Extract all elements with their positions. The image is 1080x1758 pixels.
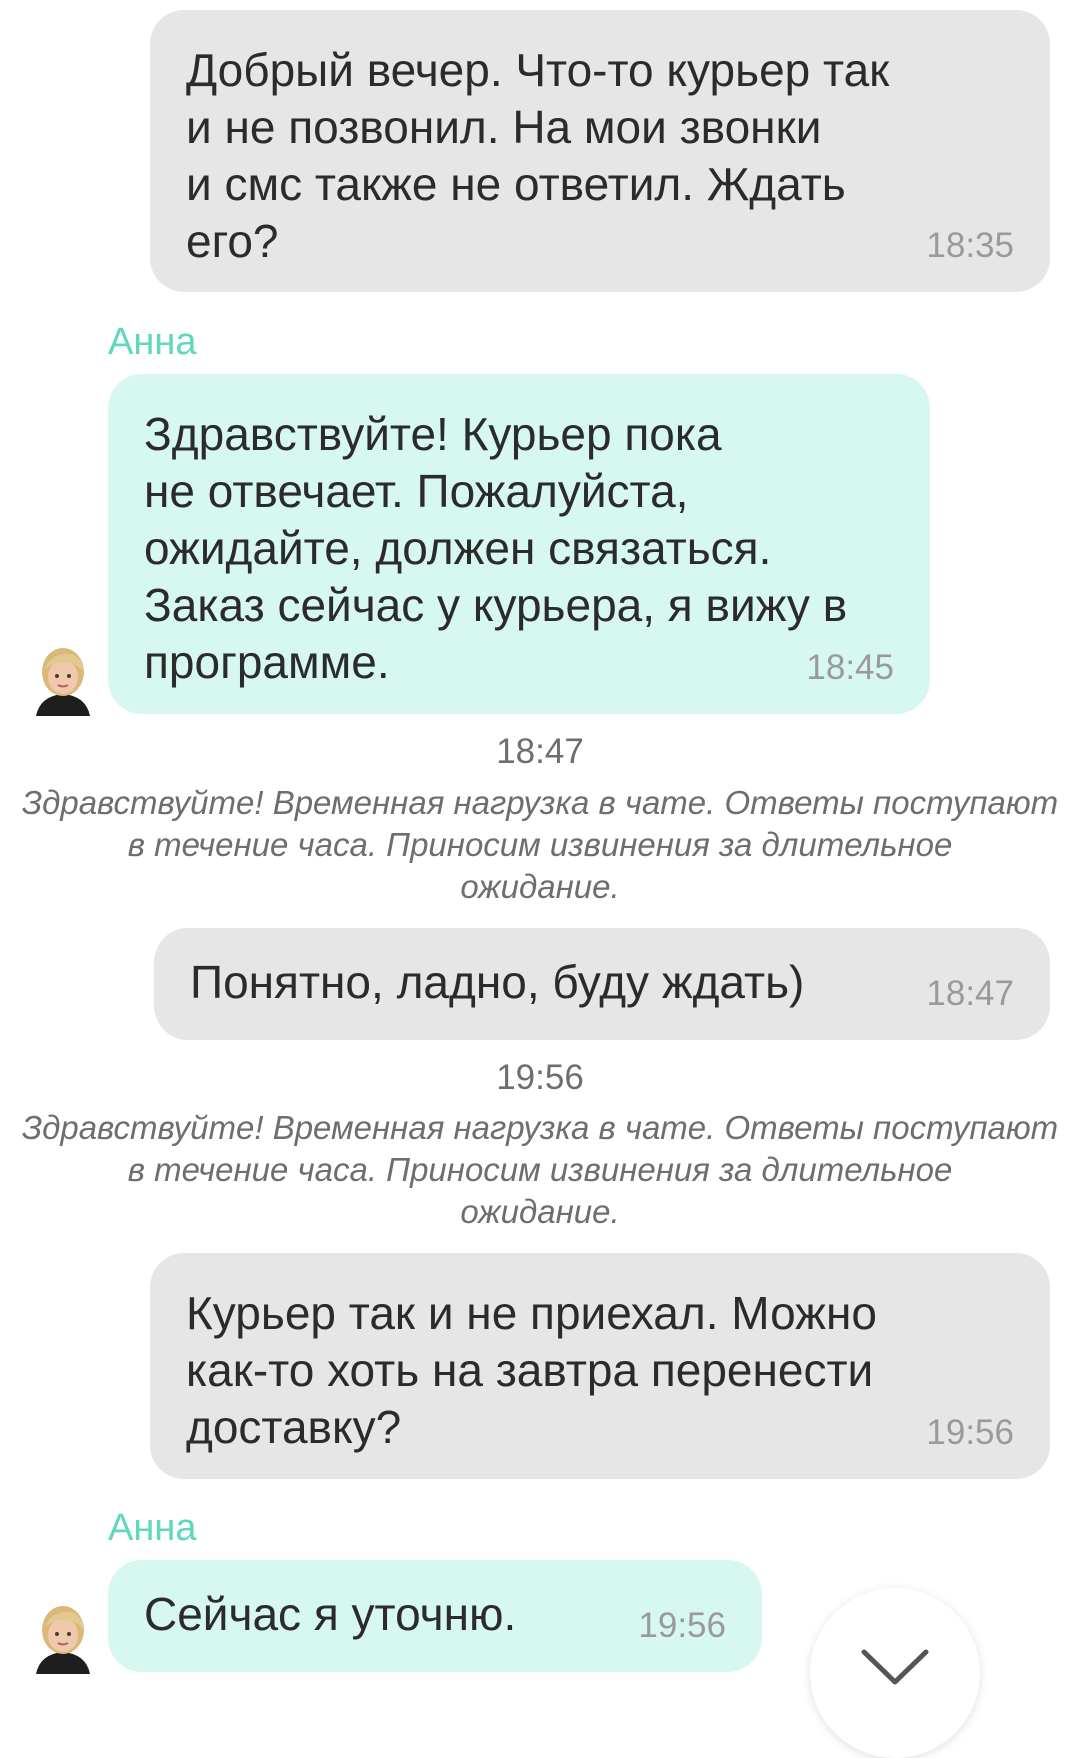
outgoing-message[interactable]: Понятно, ладно, буду ждать) 18:47 [154,928,1050,1040]
system-notice: Здравствуйте! Временная нагрузка в чате.… [21,1109,1059,1230]
message-text: Здравствуйте! Курьер пока не отвечает. П… [144,408,848,688]
message-time: 18:35 [926,226,1014,265]
message-text: Курьер так и не приехал. Можно как-то хо… [186,1287,877,1453]
outgoing-message[interactable]: Добрый вечер. Что-то курьер так и не поз… [150,10,1050,292]
operator-avatar[interactable] [32,1602,94,1674]
chevron-down-icon [861,1649,929,1685]
message-time: 19:56 [926,1413,1014,1452]
outgoing-message[interactable]: Курьер так и не приехал. Можно как-то хо… [150,1253,1050,1479]
message-text: Добрый вечер. Что-то курьер так и не поз… [186,44,890,267]
message-time: 19:56 [638,1606,726,1645]
system-time: 19:56 [496,1058,584,1097]
message-time: 18:45 [806,648,894,687]
message-time: 18:47 [926,974,1014,1013]
scroll-to-bottom-button[interactable] [810,1588,980,1758]
chat-thread: Добрый вечер. Что-то курьер так и не поз… [0,0,1080,1758]
sender-name: Анна [108,1507,197,1549]
system-time: 18:47 [496,732,584,771]
operator-avatar[interactable] [32,644,94,716]
incoming-message[interactable]: Сейчас я уточню. 19:56 [108,1560,762,1672]
incoming-message[interactable]: Здравствуйте! Курьер пока не отвечает. П… [108,374,930,714]
sender-name: Анна [108,321,197,363]
system-notice: Здравствуйте! Временная нагрузка в чате.… [21,784,1059,905]
message-text: Понятно, ладно, буду ждать) [190,956,805,1008]
